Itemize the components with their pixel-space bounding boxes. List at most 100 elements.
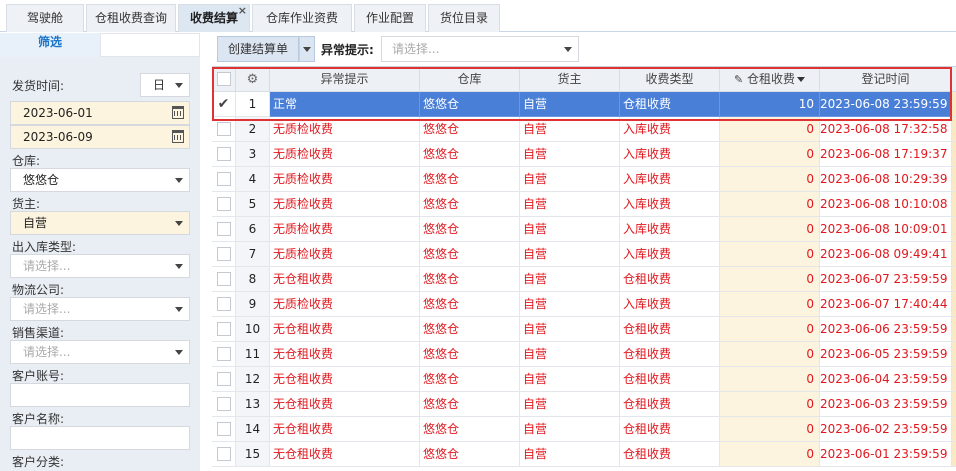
gear-icon[interactable]: ⚙ xyxy=(247,68,259,91)
header-rent-fee[interactable]: ✎ 仓租收费 xyxy=(720,67,820,92)
tab-cockpit[interactable]: 驾驶舱 xyxy=(6,4,84,32)
cell-fee-type[interactable]: 入库收费 xyxy=(620,242,720,267)
tab-fee-settlement[interactable]: 收费结算 × xyxy=(178,4,250,32)
header-reg-time[interactable]: 登记时间 xyxy=(820,67,952,92)
cell-fee-type[interactable]: 仓租收费 xyxy=(620,92,720,117)
cell-owner[interactable]: 自营 xyxy=(520,92,620,117)
cell-fee-type[interactable]: 仓租收费 xyxy=(620,317,720,342)
cell-exception[interactable]: 无仓租收费 xyxy=(270,317,420,342)
cell-warehouse[interactable]: 悠悠仓 xyxy=(420,142,520,167)
ship-time-unit-select[interactable]: 日 xyxy=(140,73,190,97)
check-icon[interactable]: ✔ xyxy=(218,92,230,116)
cell-reg-time[interactable]: 2023-06-08 17:32:58 xyxy=(820,117,952,142)
cell-warehouse[interactable]: 悠悠仓 xyxy=(420,317,520,342)
header-fee-type[interactable]: 收费类型 xyxy=(620,67,720,92)
cell-reg-time[interactable]: 2023-06-08 23:59:59 xyxy=(820,92,952,117)
cell-rent-fee[interactable]: 0 xyxy=(720,417,820,442)
cell-owner[interactable]: 自营 xyxy=(520,242,620,267)
channel-select[interactable]: 请选择... xyxy=(10,340,190,364)
checkbox[interactable] xyxy=(216,421,231,436)
row-select[interactable] xyxy=(212,392,236,417)
checkbox[interactable] xyxy=(216,346,231,361)
cell-reg-time[interactable]: 2023-06-03 23:59:59 xyxy=(820,392,952,417)
table-row[interactable]: 2 无质检收费 悠悠仓 自营 入库收费 0 2023-06-08 17:32:58 xyxy=(212,117,956,142)
cell-warehouse[interactable]: 悠悠仓 xyxy=(420,442,520,467)
tab-rent-fee-query[interactable]: 仓租收费查询 xyxy=(86,4,176,32)
cell-rent-fee[interactable]: 0 xyxy=(720,217,820,242)
cell-owner[interactable]: 自营 xyxy=(520,217,620,242)
checkbox[interactable] xyxy=(216,121,231,136)
table-row[interactable]: 8 无仓租收费 悠悠仓 自营 仓租收费 0 2023-06-07 23:59:59 xyxy=(212,267,956,292)
cell-reg-time[interactable]: 2023-06-07 17:40:44 xyxy=(820,292,952,317)
header-warehouse[interactable]: 仓库 xyxy=(420,67,520,92)
cell-fee-type[interactable]: 入库收费 xyxy=(620,142,720,167)
cell-exception[interactable]: 无质检收费 xyxy=(270,192,420,217)
cell-fee-type[interactable]: 仓租收费 xyxy=(620,267,720,292)
checkbox[interactable] xyxy=(216,246,231,261)
table-row[interactable]: 12 无仓租收费 悠悠仓 自营 仓租收费 0 2023-06-04 23:59:59 xyxy=(212,367,956,392)
cell-exception[interactable]: 无仓租收费 xyxy=(270,417,420,442)
tab-location-catalog[interactable]: 货位目录 xyxy=(428,4,500,32)
cell-fee-type[interactable]: 仓租收费 xyxy=(620,392,720,417)
cell-rent-fee[interactable]: 0 xyxy=(720,192,820,217)
cell-exception[interactable]: 无仓租收费 xyxy=(270,367,420,392)
cell-reg-time[interactable]: 2023-06-08 09:49:41 xyxy=(820,242,952,267)
row-select[interactable] xyxy=(212,192,236,217)
cell-fee-type[interactable]: 入库收费 xyxy=(620,292,720,317)
cell-exception[interactable]: 无质检收费 xyxy=(270,142,420,167)
cell-exception[interactable]: 无仓租收费 xyxy=(270,392,420,417)
exception-filter-select[interactable]: 请选择... xyxy=(381,36,579,62)
cell-rent-fee[interactable]: 0 xyxy=(720,242,820,267)
calendar-icon[interactable] xyxy=(172,130,184,143)
cell-owner[interactable]: 自营 xyxy=(520,267,620,292)
row-select[interactable] xyxy=(212,342,236,367)
checkbox[interactable] xyxy=(216,296,231,311)
cell-rent-fee[interactable]: 0 xyxy=(720,367,820,392)
cell-fee-type[interactable]: 入库收费 xyxy=(620,167,720,192)
cell-owner[interactable]: 自营 xyxy=(520,417,620,442)
close-icon[interactable]: × xyxy=(238,0,247,24)
cell-reg-time[interactable]: 2023-06-08 10:10:08 xyxy=(820,192,952,217)
table-row[interactable]: 6 无质检收费 悠悠仓 自营 入库收费 0 2023-06-08 10:09:01 xyxy=(212,217,956,242)
calendar-icon[interactable] xyxy=(172,106,184,119)
checkbox[interactable] xyxy=(216,271,231,286)
header-owner[interactable]: 货主 xyxy=(520,67,620,92)
cell-owner[interactable]: 自营 xyxy=(520,442,620,467)
cell-rent-fee[interactable]: 0 xyxy=(720,442,820,467)
cell-exception[interactable]: 无质检收费 xyxy=(270,117,420,142)
cell-rent-fee[interactable]: 0 xyxy=(720,392,820,417)
cell-warehouse[interactable]: 悠悠仓 xyxy=(420,217,520,242)
cell-rent-fee[interactable]: 0 xyxy=(720,342,820,367)
io-type-select[interactable]: 请选择... xyxy=(10,254,190,278)
tab-warehouse-work-fee[interactable]: 仓库作业资费 xyxy=(252,4,352,32)
cell-warehouse[interactable]: 悠悠仓 xyxy=(420,292,520,317)
cell-reg-time[interactable]: 2023-06-06 23:59:59 xyxy=(820,317,952,342)
cell-owner[interactable]: 自营 xyxy=(520,117,620,142)
create-settlement-button[interactable]: 创建结算单 xyxy=(217,36,299,62)
cell-owner[interactable]: 自营 xyxy=(520,167,620,192)
row-select[interactable] xyxy=(212,142,236,167)
filter-search-input[interactable] xyxy=(100,33,200,57)
cell-owner[interactable]: 自营 xyxy=(520,292,620,317)
customer-account-input[interactable] xyxy=(10,383,190,407)
cell-reg-time[interactable]: 2023-06-01 23:59:59 xyxy=(820,442,952,467)
cell-exception[interactable]: 无仓租收费 xyxy=(270,342,420,367)
checkbox[interactable] xyxy=(216,71,231,86)
sort-down-icon[interactable] xyxy=(797,77,806,82)
cell-owner[interactable]: 自营 xyxy=(520,342,620,367)
row-select[interactable] xyxy=(212,167,236,192)
date-from-field[interactable]: 2023-06-01 xyxy=(10,101,190,125)
header-exception[interactable]: 异常提示 xyxy=(270,67,420,92)
cell-exception[interactable]: 无质检收费 xyxy=(270,242,420,267)
cell-exception[interactable]: 无仓租收费 xyxy=(270,442,420,467)
cell-fee-type[interactable]: 仓租收费 xyxy=(620,367,720,392)
row-select[interactable] xyxy=(212,217,236,242)
cell-rent-fee[interactable]: 10 xyxy=(720,92,820,117)
cell-exception[interactable]: 正常 xyxy=(270,92,420,117)
cell-warehouse[interactable]: 悠悠仓 xyxy=(420,342,520,367)
cell-fee-type[interactable]: 仓租收费 xyxy=(620,442,720,467)
row-select[interactable]: ✔ xyxy=(212,92,236,117)
cell-rent-fee[interactable]: 0 xyxy=(720,267,820,292)
row-select[interactable] xyxy=(212,242,236,267)
checkbox[interactable] xyxy=(216,196,231,211)
